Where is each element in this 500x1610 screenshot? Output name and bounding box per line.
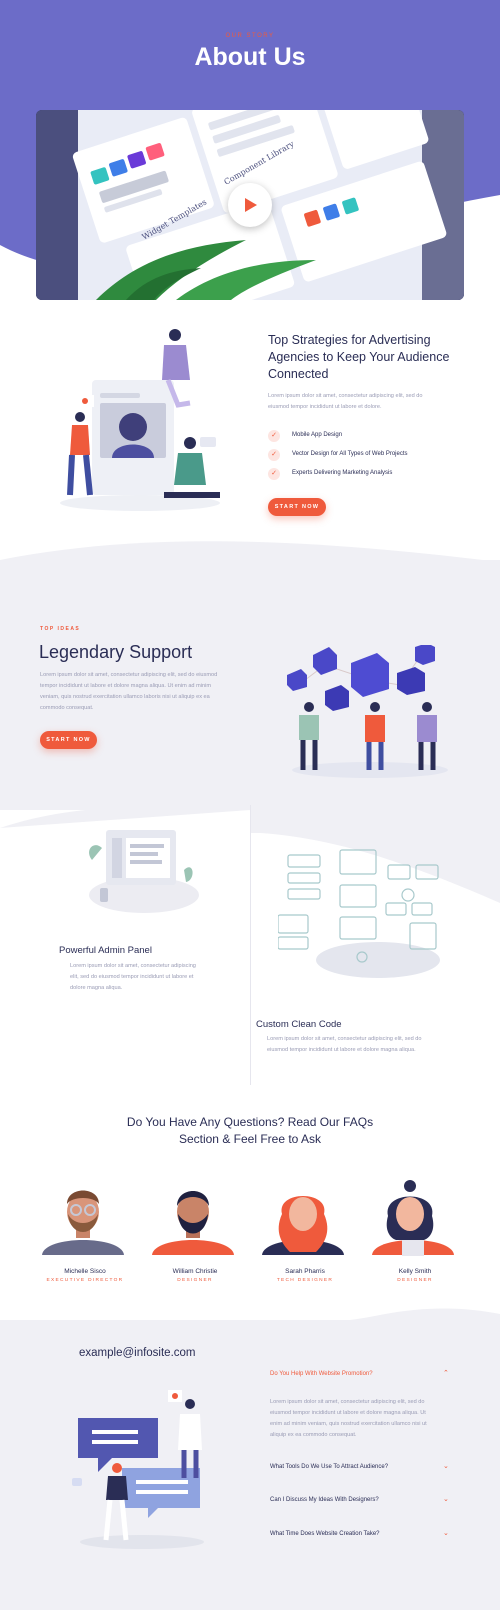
answer-line: aliquip ex ea commodo consequat. [270, 1432, 357, 1438]
play-button[interactable] [228, 183, 272, 227]
member-name: Sarah Pharris [285, 1268, 325, 1275]
chevron-down-icon[interactable]: ⌄ [443, 1462, 449, 1470]
chevron-down-icon[interactable]: ⌄ [443, 1529, 449, 1537]
answer-line: Lorem ipsum dolor sit amet, consectetur … [270, 1399, 425, 1405]
answer-line: enim ad minim veniam, quis nostrud exerc… [270, 1421, 427, 1427]
checklist-label: Mobile App Design [292, 432, 343, 438]
body-line: tempor incididunt ut labore et dolore ma… [40, 683, 212, 689]
contact-email[interactable]: example@infosite.com [79, 1347, 196, 1359]
start-now-button[interactable]: START NOW [268, 498, 326, 516]
support-body: Lorem ipsum dolor sit amet, consectetur … [40, 670, 217, 714]
heading-line: Section & Feel Free to Ask [178, 1132, 322, 1146]
checklist-label: Vector Design for All Types of Web Proje… [292, 451, 408, 457]
body-line: Lorem ipsum dolor sit amet, consectetur … [267, 1036, 422, 1042]
check-icon: ✓ [268, 468, 280, 480]
check-icon: ✓ [268, 430, 280, 442]
support-title: Legendary Support [39, 642, 193, 662]
hero-kicker: OUR STORY [225, 33, 275, 39]
avatar [42, 1190, 124, 1255]
body-line: dolore magna aliqua. [70, 985, 123, 991]
faq-heading: Do You Have Any Questions? Read Our FAQs… [60, 1114, 440, 1148]
heading-line: Do You Have Any Questions? Read Our FAQs [126, 1115, 374, 1129]
faq-question[interactable]: What Tools Do We Use To Attract Audience… [270, 1464, 388, 1470]
heading-line: Agencies to Keep Your Audience [268, 350, 450, 364]
body-line: eiusmod tempor incididunt ut labore et d… [268, 404, 382, 410]
member-name: William Christie [172, 1268, 218, 1275]
faq-question[interactable]: Do You Help With Website Promotion? [270, 1371, 373, 1377]
body-line: elit, sed do eiusmod tempor incididunt u… [70, 974, 194, 980]
avatar [262, 1196, 344, 1255]
chevron-down-icon[interactable]: ⌄ [443, 1495, 449, 1503]
body-line: Lorem ipsum dolor sit amet, consectetur … [40, 672, 218, 678]
page-title: About Us [194, 43, 306, 71]
faq-answer: Lorem ipsum dolor sit amet, consectetur … [270, 1397, 427, 1441]
body-line: Lorem ipsum dolor sit amet, consectetur … [70, 963, 196, 969]
member-role: TECH DESIGNER [276, 1278, 334, 1283]
social-media-illustration [60, 329, 220, 511]
chat-illustration [72, 1390, 204, 1549]
member-role: EXECUTIVE DIRECTOR [46, 1278, 124, 1283]
clean-code-title: Custom Clean Code [256, 1019, 342, 1030]
heading-line: Connected [268, 367, 329, 381]
features-divider [250, 805, 251, 1085]
checklist-label: Experts Delivering Marketing Analysis [292, 470, 393, 476]
support-start-now-button[interactable]: START NOW [40, 731, 97, 749]
admin-panel-title: Powerful Admin Panel [59, 945, 152, 956]
member-name: Michelle Sisco [64, 1268, 106, 1275]
avatar [372, 1180, 454, 1256]
strategies-heading: Top Strategies for Advertising Agencies … [268, 332, 449, 383]
heading-line: Top Strategies for Advertising [268, 333, 431, 347]
answer-line: eiusmod tempor incididunt ut labore et d… [270, 1410, 426, 1416]
member-name: Kelly Smith [398, 1268, 432, 1275]
avatar [152, 1191, 234, 1255]
body-line: veniam, quis nostrud exercitation ullamc… [40, 694, 210, 700]
body-line: eiusmod tempor incididunt ut labore et d… [267, 1047, 416, 1053]
clean-code-illustration [278, 849, 440, 978]
admin-panel-illustration [89, 830, 199, 913]
body-line: Lorem ipsum dolor sit amet, consectetur … [268, 393, 423, 399]
faq-question[interactable]: Can I Discuss My Ideas With Designers? [270, 1497, 379, 1503]
check-icon: ✓ [268, 449, 280, 461]
support-kicker: TOP IDEAS [40, 626, 81, 632]
clean-code-body: Lorem ipsum dolor sit amet, consectetur … [267, 1034, 422, 1056]
member-role: DESIGNER [177, 1278, 213, 1283]
body-line: commodo consequat. [40, 705, 94, 711]
chevron-up-icon[interactable]: ⌃ [443, 1369, 449, 1377]
team-avatars [42, 1180, 454, 1256]
member-role: DESIGNER [397, 1278, 433, 1283]
admin-panel-body: Lorem ipsum dolor sit amet, consectetur … [70, 961, 196, 994]
teamwork-cubes-illustration [287, 645, 448, 778]
faq-question[interactable]: What Time Does Website Creation Take? [270, 1531, 380, 1537]
strategies-body: Lorem ipsum dolor sit amet, consectetur … [268, 391, 423, 413]
